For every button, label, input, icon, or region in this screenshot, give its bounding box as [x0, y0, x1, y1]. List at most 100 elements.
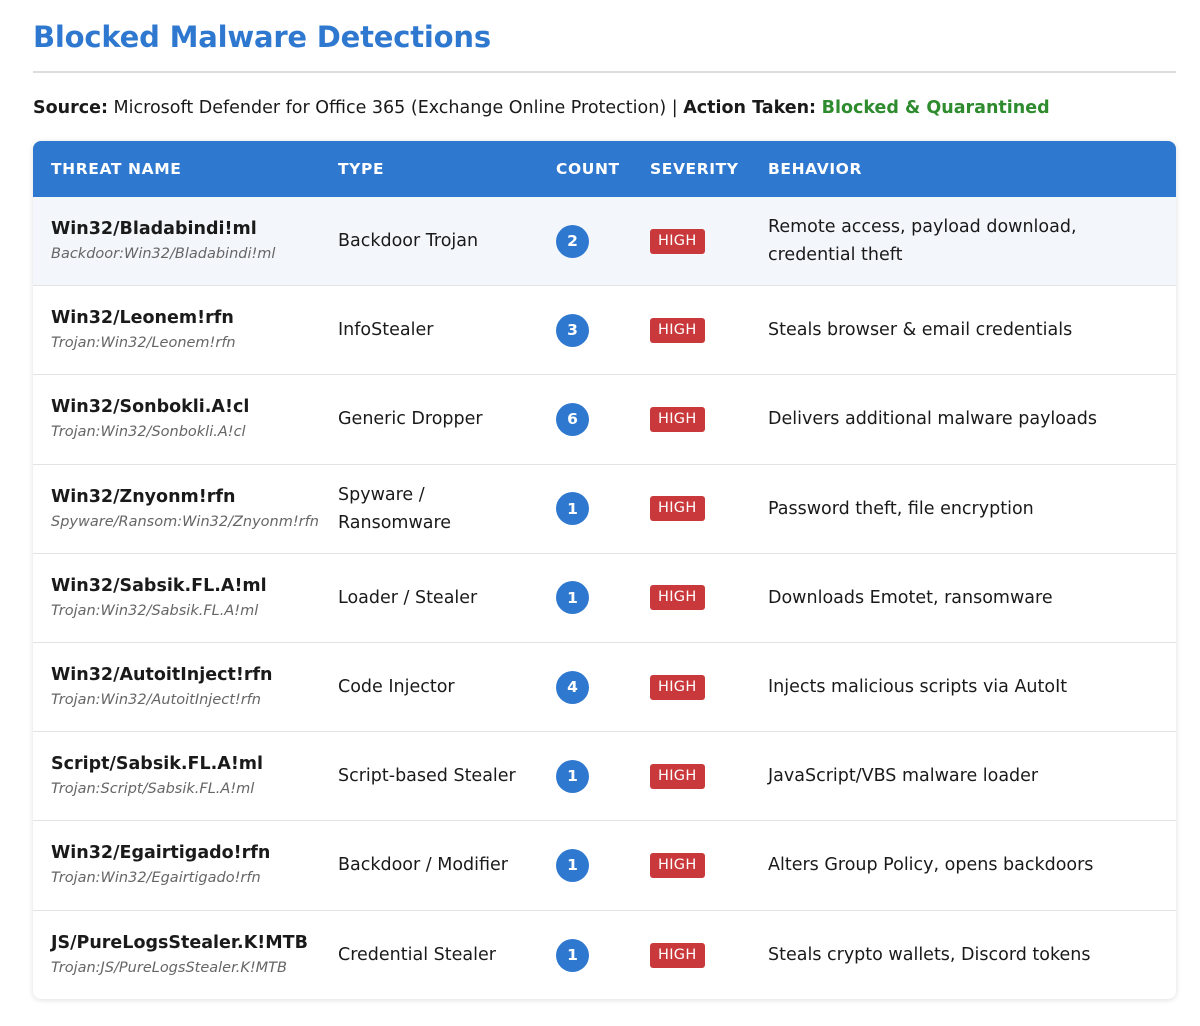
- behavior-text: JavaScript/VBS malware loader: [768, 766, 1039, 787]
- threat-name: Win32/Egairtigado!rfn: [51, 843, 271, 864]
- threat-name-cell: JS/PureLogsStealer.K!MTB Trojan:JS/PureL…: [33, 931, 320, 979]
- table-row: Win32/AutoitInject!rfn Trojan:Win32/Auto…: [33, 643, 1176, 733]
- type-cell: Script-based Stealer: [320, 762, 538, 790]
- threat-name-cell: Win32/AutoitInject!rfn Trojan:Win32/Auto…: [33, 663, 320, 711]
- source-line: Source: Microsoft Defender for Office 36…: [33, 98, 1176, 118]
- count-badge: 1: [556, 848, 589, 882]
- behavior-text: Alters Group Policy, opens backdoors: [768, 855, 1094, 876]
- table-row: Win32/Leonem!rfn Trojan:Win32/Leonem!rfn…: [33, 286, 1176, 376]
- severity-badge: HIGH: [650, 942, 705, 968]
- threat-name-cell: Script/Sabsik.FL.A!ml Trojan:Script/Sabs…: [33, 752, 320, 800]
- threat-type: Code Injector: [338, 677, 455, 698]
- behavior-cell: Downloads Emotet, ransomware: [750, 584, 1176, 612]
- behavior-cell: Password theft, file encryption: [750, 495, 1176, 523]
- count-cell: 1: [538, 848, 632, 882]
- severity-badge: HIGH: [650, 406, 705, 432]
- count-badge: 2: [556, 224, 589, 258]
- severity-badge: HIGH: [650, 674, 705, 700]
- threat-name: Win32/Sabsik.FL.A!ml: [51, 575, 267, 596]
- threat-type: Loader / Stealer: [338, 587, 478, 608]
- count-badge: 1: [556, 938, 589, 972]
- threat-identifier: Backdoor:Win32/Bladabindi!ml: [51, 246, 276, 263]
- count-badge: 1: [556, 492, 589, 526]
- source-value: Microsoft Defender for Office 365 (Excha…: [113, 98, 667, 118]
- count-badge: 6: [556, 402, 589, 436]
- threat-identifier: Trojan:Script/Sabsik.FL.A!ml: [51, 781, 255, 798]
- severity-cell: HIGH: [632, 585, 750, 611]
- detections-table: THREAT NAME TYPE COUNT SEVERITY BEHAVIOR…: [33, 141, 1176, 999]
- threat-name-cell: Win32/Znyonm!rfn Spyware/Ransom:Win32/Zn…: [33, 485, 320, 533]
- count-cell: 1: [538, 759, 632, 793]
- threat-identifier: Trojan:Win32/Leonem!rfn: [51, 335, 236, 352]
- title-divider: [33, 71, 1176, 73]
- threat-name: JS/PureLogsStealer.K!MTB: [51, 933, 308, 954]
- table-row: Win32/Egairtigado!rfn Trojan:Win32/Egair…: [33, 821, 1176, 911]
- header-severity: SEVERITY: [650, 160, 739, 178]
- table-row: JS/PureLogsStealer.K!MTB Trojan:JS/PureL…: [33, 911, 1176, 1000]
- count-cell: 2: [538, 224, 632, 258]
- header-behavior: BEHAVIOR: [768, 160, 862, 178]
- behavior-cell: Steals browser & email credentials: [750, 316, 1176, 344]
- behavior-cell: Remote access, payload download, credent…: [750, 213, 1176, 269]
- severity-badge: HIGH: [650, 496, 705, 522]
- type-cell: Code Injector: [320, 673, 538, 701]
- behavior-text: Steals browser & email credentials: [768, 320, 1073, 341]
- severity-cell: HIGH: [632, 674, 750, 700]
- separator: |: [671, 98, 678, 118]
- severity-cell: HIGH: [632, 942, 750, 968]
- threat-identifier: Trojan:Win32/Sabsik.FL.A!ml: [51, 602, 259, 619]
- type-cell: InfoStealer: [320, 316, 538, 344]
- type-cell: Spyware / Ransomware: [320, 481, 538, 537]
- behavior-cell: JavaScript/VBS malware loader: [750, 762, 1176, 790]
- count-cell: 1: [538, 492, 632, 526]
- behavior-text: Delivers additional malware payloads: [768, 409, 1097, 430]
- threat-identifier: Spyware/Ransom:Win32/Znyonm!rfn: [51, 513, 319, 530]
- behavior-text: Downloads Emotet, ransomware: [768, 587, 1053, 608]
- severity-cell: HIGH: [632, 496, 750, 522]
- severity-badge: HIGH: [650, 317, 705, 343]
- behavior-text: Password theft, file encryption: [768, 498, 1034, 519]
- count-badge: 1: [556, 581, 589, 615]
- count-badge: 3: [556, 313, 589, 347]
- count-cell: 1: [538, 581, 632, 615]
- severity-badge: HIGH: [650, 585, 705, 611]
- threat-type: Script-based Stealer: [338, 766, 516, 787]
- action-label: Action Taken:: [683, 98, 817, 118]
- threat-name-cell: Win32/Leonem!rfn Trojan:Win32/Leonem!rfn: [33, 306, 320, 354]
- severity-cell: HIGH: [632, 228, 750, 254]
- count-cell: 4: [538, 670, 632, 704]
- count-cell: 3: [538, 313, 632, 347]
- threat-identifier: Trojan:JS/PureLogsStealer.K!MTB: [51, 960, 287, 977]
- severity-badge: HIGH: [650, 228, 705, 254]
- severity-badge: HIGH: [650, 763, 705, 789]
- threat-type: InfoStealer: [338, 320, 434, 341]
- type-cell: Generic Dropper: [320, 405, 538, 433]
- page-title: Blocked Malware Detections: [33, 20, 491, 54]
- table-header: THREAT NAME TYPE COUNT SEVERITY BEHAVIOR: [33, 141, 1176, 197]
- threat-name-cell: Win32/Bladabindi!ml Backdoor:Win32/Blada…: [33, 217, 320, 265]
- threat-identifier: Trojan:Win32/Egairtigado!rfn: [51, 870, 261, 887]
- threat-name: Win32/AutoitInject!rfn: [51, 665, 273, 686]
- table-body: Win32/Bladabindi!ml Backdoor:Win32/Blada…: [33, 197, 1176, 999]
- count-cell: 1: [538, 938, 632, 972]
- behavior-text: Injects malicious scripts via AutoIt: [768, 677, 1068, 698]
- threat-name: Win32/Znyonm!rfn: [51, 486, 236, 507]
- action-value: Blocked & Quarantined: [821, 98, 1050, 118]
- severity-badge: HIGH: [650, 852, 705, 878]
- table-row: Win32/Znyonm!rfn Spyware/Ransom:Win32/Zn…: [33, 465, 1176, 554]
- threat-name-cell: Win32/Sonbokli.A!cl Trojan:Win32/Sonbokl…: [33, 395, 320, 443]
- threat-name-cell: Win32/Sabsik.FL.A!ml Trojan:Win32/Sabsik…: [33, 574, 320, 622]
- threat-type: Spyware / Ransomware: [338, 484, 452, 533]
- table-row: Win32/Sonbokli.A!cl Trojan:Win32/Sonbokl…: [33, 375, 1176, 465]
- threat-name: Win32/Sonbokli.A!cl: [51, 397, 250, 418]
- threat-name: Win32/Bladabindi!ml: [51, 219, 257, 240]
- table-row: Win32/Sabsik.FL.A!ml Trojan:Win32/Sabsik…: [33, 554, 1176, 643]
- header-type: TYPE: [338, 160, 385, 178]
- page: Blocked Malware Detections Source: Micro…: [0, 0, 1200, 1026]
- threat-type: Backdoor / Modifier: [338, 855, 508, 876]
- severity-cell: HIGH: [632, 317, 750, 343]
- threat-type: Backdoor Trojan: [338, 231, 479, 252]
- threat-type: Credential Stealer: [338, 945, 496, 966]
- severity-cell: HIGH: [632, 406, 750, 432]
- table-row: Script/Sabsik.FL.A!ml Trojan:Script/Sabs…: [33, 732, 1176, 822]
